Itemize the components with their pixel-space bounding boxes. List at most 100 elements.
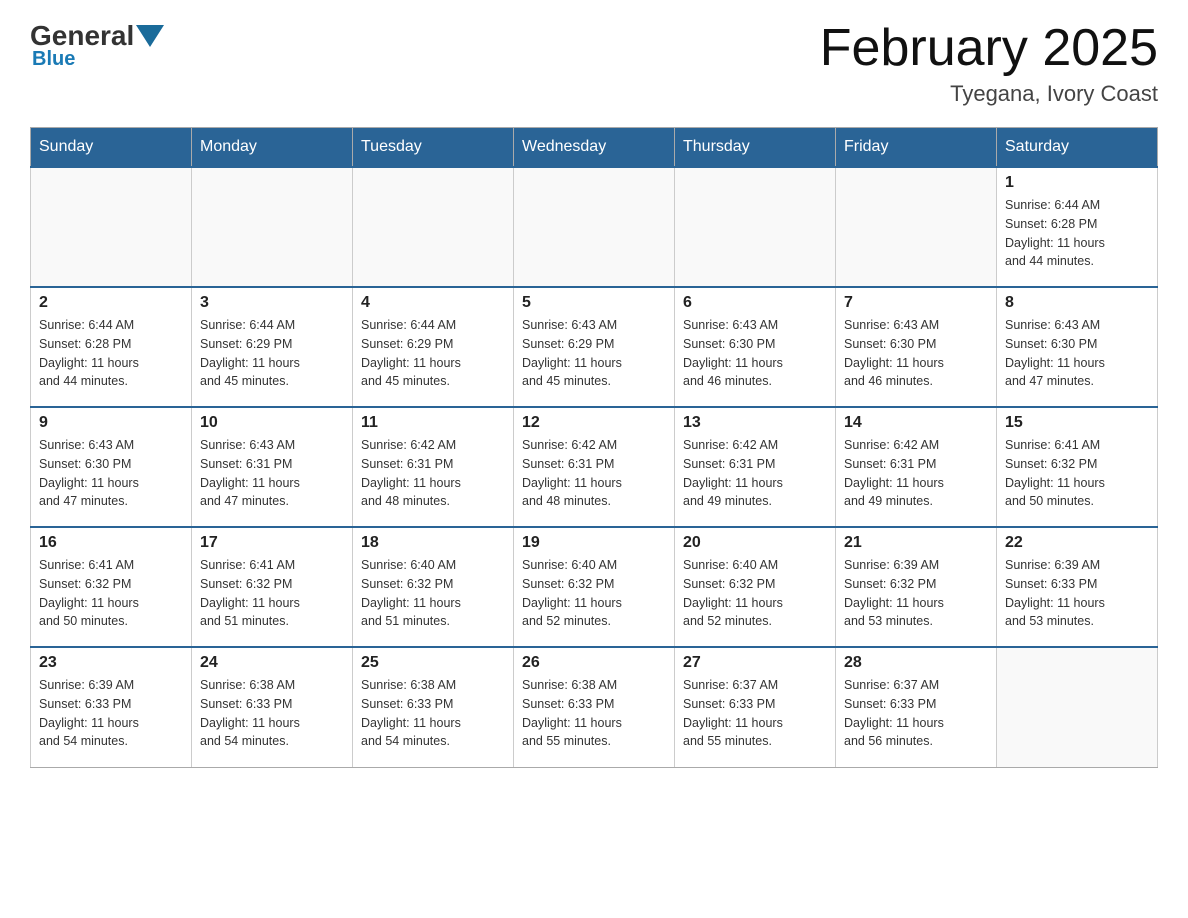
calendar-cell: 1 Sunrise: 6:44 AM Sunset: 6:28 PM Daylig… bbox=[997, 167, 1158, 287]
calendar-cell: 25 Sunrise: 6:38 AM Sunset: 6:33 PM Dayli… bbox=[353, 647, 514, 767]
calendar-header-row: SundayMondayTuesdayWednesdayThursdayFrid… bbox=[31, 128, 1158, 168]
calendar-week-row-1: 1 Sunrise: 6:44 AM Sunset: 6:28 PM Daylig… bbox=[31, 167, 1158, 287]
day-number: 14 bbox=[844, 414, 988, 432]
day-info: Sunrise: 6:43 AM Sunset: 6:31 PM Dayligh… bbox=[200, 436, 344, 511]
day-info: Sunrise: 6:39 AM Sunset: 6:32 PM Dayligh… bbox=[844, 556, 988, 631]
day-number: 18 bbox=[361, 534, 505, 552]
day-info: Sunrise: 6:39 AM Sunset: 6:33 PM Dayligh… bbox=[39, 676, 183, 751]
day-number: 27 bbox=[683, 654, 827, 672]
day-info: Sunrise: 6:44 AM Sunset: 6:29 PM Dayligh… bbox=[200, 316, 344, 391]
calendar-cell: 22 Sunrise: 6:39 AM Sunset: 6:33 PM Dayli… bbox=[997, 527, 1158, 647]
day-number: 24 bbox=[200, 654, 344, 672]
calendar-header-saturday: Saturday bbox=[997, 128, 1158, 168]
day-info: Sunrise: 6:43 AM Sunset: 6:29 PM Dayligh… bbox=[522, 316, 666, 391]
day-info: Sunrise: 6:44 AM Sunset: 6:29 PM Dayligh… bbox=[361, 316, 505, 391]
calendar-cell: 10 Sunrise: 6:43 AM Sunset: 6:31 PM Dayli… bbox=[192, 407, 353, 527]
day-info: Sunrise: 6:40 AM Sunset: 6:32 PM Dayligh… bbox=[361, 556, 505, 631]
calendar-cell bbox=[514, 167, 675, 287]
day-number: 25 bbox=[361, 654, 505, 672]
day-info: Sunrise: 6:39 AM Sunset: 6:33 PM Dayligh… bbox=[1005, 556, 1149, 631]
day-number: 8 bbox=[1005, 294, 1149, 312]
calendar-cell: 11Sunrise: 6:42 AM Sunset: 6:31 PM Dayli… bbox=[353, 407, 514, 527]
day-number: 1 bbox=[1005, 174, 1149, 192]
day-number: 3 bbox=[200, 294, 344, 312]
day-number: 15 bbox=[1005, 414, 1149, 432]
calendar-cell bbox=[31, 167, 192, 287]
day-number: 23 bbox=[39, 654, 183, 672]
calendar-cell: 5 Sunrise: 6:43 AM Sunset: 6:29 PM Daylig… bbox=[514, 287, 675, 407]
calendar-cell: 21 Sunrise: 6:39 AM Sunset: 6:32 PM Dayli… bbox=[836, 527, 997, 647]
day-info: Sunrise: 6:38 AM Sunset: 6:33 PM Dayligh… bbox=[361, 676, 505, 751]
calendar-header-thursday: Thursday bbox=[675, 128, 836, 168]
logo: General Blue bbox=[30, 20, 166, 71]
day-number: 5 bbox=[522, 294, 666, 312]
calendar-week-row-5: 23 Sunrise: 6:39 AM Sunset: 6:33 PM Dayli… bbox=[31, 647, 1158, 767]
day-number: 12 bbox=[522, 414, 666, 432]
calendar-cell: 6 Sunrise: 6:43 AM Sunset: 6:30 PM Daylig… bbox=[675, 287, 836, 407]
calendar-cell: 3 Sunrise: 6:44 AM Sunset: 6:29 PM Daylig… bbox=[192, 287, 353, 407]
calendar-cell: 23 Sunrise: 6:39 AM Sunset: 6:33 PM Dayli… bbox=[31, 647, 192, 767]
calendar-cell: 8 Sunrise: 6:43 AM Sunset: 6:30 PM Daylig… bbox=[997, 287, 1158, 407]
day-info: Sunrise: 6:37 AM Sunset: 6:33 PM Dayligh… bbox=[683, 676, 827, 751]
calendar-cell: 13 Sunrise: 6:42 AM Sunset: 6:31 PM Dayli… bbox=[675, 407, 836, 527]
day-info: Sunrise: 6:44 AM Sunset: 6:28 PM Dayligh… bbox=[39, 316, 183, 391]
day-info: Sunrise: 6:38 AM Sunset: 6:33 PM Dayligh… bbox=[522, 676, 666, 751]
day-number: 26 bbox=[522, 654, 666, 672]
day-number: 22 bbox=[1005, 534, 1149, 552]
calendar-header-friday: Friday bbox=[836, 128, 997, 168]
title-block: February 2025 Tyegana, Ivory Coast bbox=[820, 20, 1158, 107]
calendar-cell: 4 Sunrise: 6:44 AM Sunset: 6:29 PM Daylig… bbox=[353, 287, 514, 407]
month-title: February 2025 bbox=[820, 20, 1158, 77]
calendar-cell bbox=[675, 167, 836, 287]
day-info: Sunrise: 6:40 AM Sunset: 6:32 PM Dayligh… bbox=[683, 556, 827, 631]
calendar-cell: 7Sunrise: 6:43 AM Sunset: 6:30 PM Daylig… bbox=[836, 287, 997, 407]
calendar-cell: 20 Sunrise: 6:40 AM Sunset: 6:32 PM Dayli… bbox=[675, 527, 836, 647]
calendar-week-row-4: 16 Sunrise: 6:41 AM Sunset: 6:32 PM Dayli… bbox=[31, 527, 1158, 647]
day-number: 9 bbox=[39, 414, 183, 432]
day-info: Sunrise: 6:43 AM Sunset: 6:30 PM Dayligh… bbox=[1005, 316, 1149, 391]
calendar-cell: 14Sunrise: 6:42 AM Sunset: 6:31 PM Dayli… bbox=[836, 407, 997, 527]
logo-triangle-icon bbox=[136, 25, 164, 47]
calendar-header-wednesday: Wednesday bbox=[514, 128, 675, 168]
calendar-header-monday: Monday bbox=[192, 128, 353, 168]
day-number: 7 bbox=[844, 294, 988, 312]
page-header: General Blue February 2025 Tyegana, Ivor… bbox=[30, 20, 1158, 107]
day-info: Sunrise: 6:42 AM Sunset: 6:31 PM Dayligh… bbox=[522, 436, 666, 511]
day-info: Sunrise: 6:44 AM Sunset: 6:28 PM Dayligh… bbox=[1005, 196, 1149, 271]
day-number: 2 bbox=[39, 294, 183, 312]
day-info: Sunrise: 6:43 AM Sunset: 6:30 PM Dayligh… bbox=[683, 316, 827, 391]
calendar-cell: 12 Sunrise: 6:42 AM Sunset: 6:31 PM Dayli… bbox=[514, 407, 675, 527]
day-info: Sunrise: 6:41 AM Sunset: 6:32 PM Dayligh… bbox=[200, 556, 344, 631]
day-info: Sunrise: 6:40 AM Sunset: 6:32 PM Dayligh… bbox=[522, 556, 666, 631]
day-number: 21 bbox=[844, 534, 988, 552]
day-number: 17 bbox=[200, 534, 344, 552]
day-number: 6 bbox=[683, 294, 827, 312]
calendar-cell bbox=[836, 167, 997, 287]
day-number: 20 bbox=[683, 534, 827, 552]
day-info: Sunrise: 6:41 AM Sunset: 6:32 PM Dayligh… bbox=[1005, 436, 1149, 511]
calendar-cell: 18 Sunrise: 6:40 AM Sunset: 6:32 PM Dayli… bbox=[353, 527, 514, 647]
calendar-cell: 9 Sunrise: 6:43 AM Sunset: 6:30 PM Daylig… bbox=[31, 407, 192, 527]
calendar-cell: 19 Sunrise: 6:40 AM Sunset: 6:32 PM Dayli… bbox=[514, 527, 675, 647]
location-subtitle: Tyegana, Ivory Coast bbox=[820, 81, 1158, 107]
calendar-table: SundayMondayTuesdayWednesdayThursdayFrid… bbox=[30, 127, 1158, 768]
calendar-cell: 27 Sunrise: 6:37 AM Sunset: 6:33 PM Dayli… bbox=[675, 647, 836, 767]
day-number: 19 bbox=[522, 534, 666, 552]
calendar-cell bbox=[997, 647, 1158, 767]
calendar-cell: 17 Sunrise: 6:41 AM Sunset: 6:32 PM Dayli… bbox=[192, 527, 353, 647]
calendar-cell: 15 Sunrise: 6:41 AM Sunset: 6:32 PM Dayli… bbox=[997, 407, 1158, 527]
logo-blue-text: Blue bbox=[32, 48, 75, 71]
day-number: 13 bbox=[683, 414, 827, 432]
calendar-header-sunday: Sunday bbox=[31, 128, 192, 168]
day-info: Sunrise: 6:43 AM Sunset: 6:30 PM Dayligh… bbox=[39, 436, 183, 511]
day-number: 16 bbox=[39, 534, 183, 552]
calendar-header-tuesday: Tuesday bbox=[353, 128, 514, 168]
day-number: 4 bbox=[361, 294, 505, 312]
calendar-week-row-3: 9 Sunrise: 6:43 AM Sunset: 6:30 PM Daylig… bbox=[31, 407, 1158, 527]
calendar-cell: 2 Sunrise: 6:44 AM Sunset: 6:28 PM Daylig… bbox=[31, 287, 192, 407]
calendar-cell bbox=[353, 167, 514, 287]
day-info: Sunrise: 6:42 AM Sunset: 6:31 PM Dayligh… bbox=[361, 436, 505, 511]
day-number: 10 bbox=[200, 414, 344, 432]
day-info: Sunrise: 6:42 AM Sunset: 6:31 PM Dayligh… bbox=[683, 436, 827, 511]
calendar-cell: 16Sunrise: 6:41 AM Sunset: 6:32 PM Dayli… bbox=[31, 527, 192, 647]
